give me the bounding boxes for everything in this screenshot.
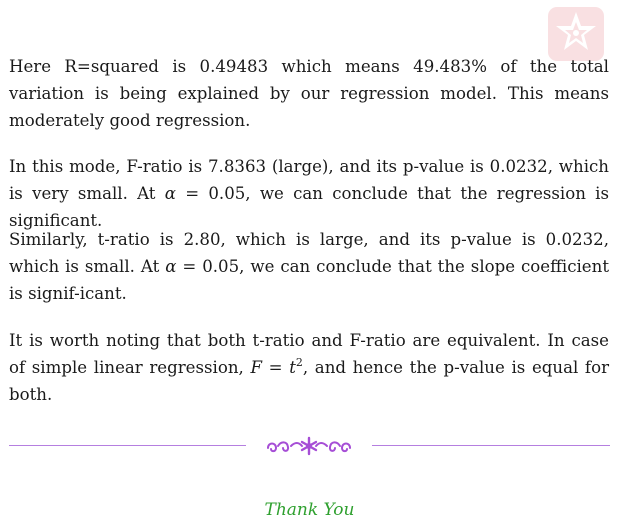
floral-ornament-icon [264,436,354,456]
divider-right [372,445,610,446]
paragraph-equivalence: It is worth noting that both t-ratio and… [9,327,609,408]
f-symbol: F [250,358,262,377]
equals-sign: = [261,358,290,377]
exponent: 2 [295,356,303,369]
paragraph-r-squared: Here R=squared is 0.49483 which means 49… [9,57,609,130]
t-symbol: t [289,358,296,377]
alpha-symbol: α [164,184,176,203]
paragraph-t-ratio: Similarly, t-ratio is 2.80, which is lar… [9,226,609,307]
divider-left [9,445,246,446]
paragraph-f-ratio: In this mode, F-ratio is 7.8363 (large),… [9,153,609,234]
thank-you-text: Thank You [264,500,355,520]
alpha-symbol: α [165,257,177,276]
